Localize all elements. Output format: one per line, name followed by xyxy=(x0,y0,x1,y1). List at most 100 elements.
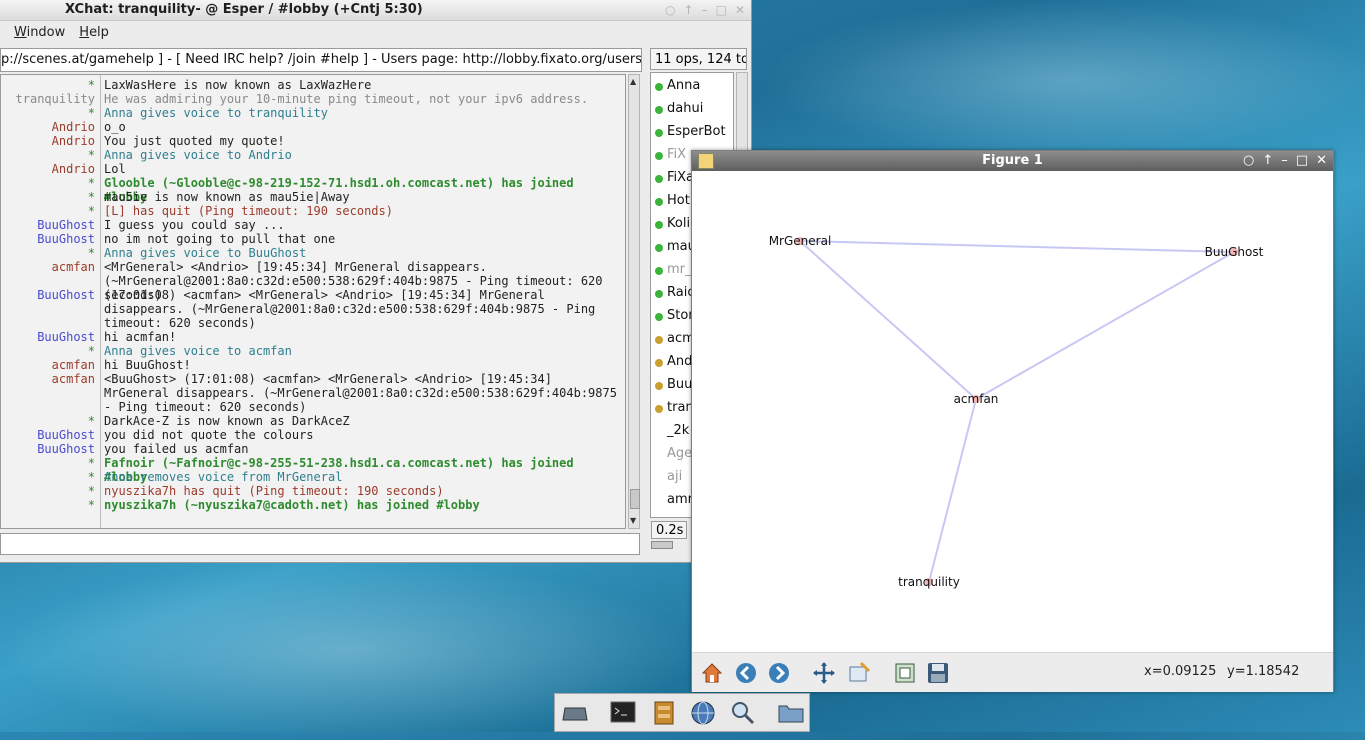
user-name: aji xyxy=(667,469,683,484)
user-name: And xyxy=(667,354,693,369)
scrollbar-thumb[interactable] xyxy=(630,489,640,509)
chat-nick[interactable]: * xyxy=(88,470,95,484)
chat-nick[interactable]: Andrio xyxy=(52,134,95,148)
topic-row: p://scenes.at/gamehelp ] - [ Need IRC he… xyxy=(0,48,751,72)
chat-nick[interactable]: * xyxy=(88,204,95,218)
folder-icon[interactable] xyxy=(777,700,805,726)
user-status-icon xyxy=(655,129,663,137)
chat-nick[interactable]: acmfan xyxy=(52,260,95,274)
web-browser-icon[interactable] xyxy=(689,700,717,726)
throttle-meter xyxy=(651,541,673,549)
chat-message: Anna removes voice from MrGeneral xyxy=(104,470,343,484)
user-status-icon xyxy=(655,405,663,413)
user-status-icon xyxy=(655,83,663,91)
chat-nick[interactable]: * xyxy=(88,344,95,358)
user-count: 11 ops, 124 total xyxy=(650,48,747,70)
message-input[interactable] xyxy=(0,533,640,555)
scroll-down-icon[interactable]: ▼ xyxy=(630,516,636,525)
chat-nick[interactable]: * xyxy=(88,176,95,190)
chat-nick[interactable]: * xyxy=(88,498,95,512)
chat-nick[interactable]: * xyxy=(88,148,95,162)
forward-icon[interactable] xyxy=(767,661,791,685)
chat-nick[interactable]: BuuGhost xyxy=(37,330,95,344)
zoom-icon[interactable] xyxy=(847,661,871,685)
chat-nick[interactable]: * xyxy=(88,246,95,260)
menu-icon[interactable]: ○ xyxy=(1243,153,1254,168)
home-icon[interactable] xyxy=(700,661,724,685)
menu-icon[interactable]: ○ xyxy=(665,3,675,17)
lag-meter: 0.2s xyxy=(651,521,687,539)
chat-nick[interactable]: BuuGhost xyxy=(37,288,95,302)
chat-nick[interactable]: BuuGhost xyxy=(37,218,95,232)
raise-icon[interactable]: ↑ xyxy=(684,3,694,17)
chat-nick[interactable]: BuuGhost xyxy=(37,428,95,442)
chat-scrollbar[interactable]: ▲ ▼ xyxy=(628,74,640,529)
graph-node-label: tranquility xyxy=(898,575,960,589)
search-icon[interactable] xyxy=(729,700,757,726)
chat-message: Anna gives voice to tranquility xyxy=(104,106,328,120)
raise-icon[interactable]: ↑ xyxy=(1262,153,1273,168)
graph-canvas[interactable]: MrGeneral BuuGhost acmfan tranquility xyxy=(692,172,1333,652)
cursor-x-readout: x=0.09125 xyxy=(1144,664,1217,679)
chat-message: Lol xyxy=(104,162,126,176)
chat-message: Anna gives voice to BuuGhost xyxy=(104,246,307,260)
minimize-icon[interactable]: – xyxy=(702,3,708,17)
chat-nick[interactable]: * xyxy=(88,456,95,470)
terminal-icon[interactable] xyxy=(609,700,637,726)
chat-nick[interactable]: acmfan xyxy=(52,358,95,372)
subplots-icon[interactable] xyxy=(893,661,917,685)
scroll-up-icon[interactable]: ▲ xyxy=(630,77,636,86)
xchat-titlebar[interactable]: XChat: tranquility- @ Esper / #lobby (+C… xyxy=(0,0,751,21)
show-desktop-icon[interactable] xyxy=(561,700,589,726)
user-status-icon xyxy=(655,313,663,321)
minimize-icon[interactable]: – xyxy=(1281,153,1288,168)
chat-nick[interactable]: * xyxy=(88,106,95,120)
chat-message: I guess you could say ... xyxy=(104,218,285,232)
chat-nick[interactable]: Andrio xyxy=(52,120,95,134)
chat-message: LaxWasHere is now known as LaxWazHere xyxy=(104,78,372,92)
file-manager-icon[interactable] xyxy=(650,700,678,726)
chat-message: He was admiring your 10-minute ping time… xyxy=(104,92,589,106)
graph-node-label: MrGeneral xyxy=(769,234,832,248)
menu-window[interactable]: Window xyxy=(14,25,65,40)
user-status-icon xyxy=(655,336,663,344)
menubar: Window Help xyxy=(0,21,751,43)
chat-nick[interactable]: Andrio xyxy=(52,162,95,176)
chat-message: hi acmfan! xyxy=(104,330,177,344)
chat-nick[interactable]: * xyxy=(88,414,95,428)
figure-titlebar[interactable]: Figure 1 ○ ↑ – □ ✕ xyxy=(692,151,1333,171)
chat-message: Anna gives voice to Andrio xyxy=(104,148,292,162)
window-title: XChat: tranquility- @ Esper / #lobby (+C… xyxy=(65,2,423,17)
maximize-icon[interactable]: □ xyxy=(1296,153,1308,168)
user-name: amr xyxy=(667,492,693,507)
chat-message: you failed us acmfan xyxy=(104,442,249,456)
pan-icon[interactable] xyxy=(812,661,836,685)
menu-help[interactable]: Help xyxy=(79,25,109,40)
chat-nick[interactable]: acmfan xyxy=(52,372,95,386)
chat-nick[interactable]: * xyxy=(88,484,95,498)
nick-separator[interactable] xyxy=(100,75,101,528)
save-icon[interactable] xyxy=(926,661,950,685)
graph-node-label: BuuGhost xyxy=(1205,245,1264,259)
chat-nick[interactable]: * xyxy=(88,190,95,204)
chat-message: (17:01:08) <acmfan> <MrGeneral> <Andrio>… xyxy=(104,288,603,330)
chat-nick[interactable]: BuuGhost xyxy=(37,232,95,246)
user-name: _2k xyxy=(667,423,690,438)
chat-text-area[interactable]: * LaxWasHere is now known as LaxWazHere tr… xyxy=(0,74,626,529)
maximize-icon[interactable]: □ xyxy=(716,3,727,17)
user-status-icon xyxy=(655,152,663,160)
chat-message: Anna gives voice to acmfan xyxy=(104,344,292,358)
topic-field[interactable]: p://scenes.at/gamehelp ] - [ Need IRC he… xyxy=(0,48,642,72)
taskbar xyxy=(554,693,810,732)
user-name: Buu xyxy=(667,377,693,392)
figure-window-buttons: ○ ↑ – □ ✕ xyxy=(1243,153,1327,168)
back-icon[interactable] xyxy=(734,661,758,685)
cursor-y-readout: y=1.18542 xyxy=(1227,664,1300,679)
close-icon[interactable]: ✕ xyxy=(735,3,745,17)
user-status-icon xyxy=(655,290,663,298)
chat-nick[interactable]: tranquility xyxy=(16,92,95,106)
chat-nick[interactable]: BuuGhost xyxy=(37,442,95,456)
chat-nick[interactable]: * xyxy=(88,78,95,92)
chat-message: [L] has quit (Ping timeout: 190 seconds) xyxy=(104,204,393,218)
close-icon[interactable]: ✕ xyxy=(1316,153,1327,168)
